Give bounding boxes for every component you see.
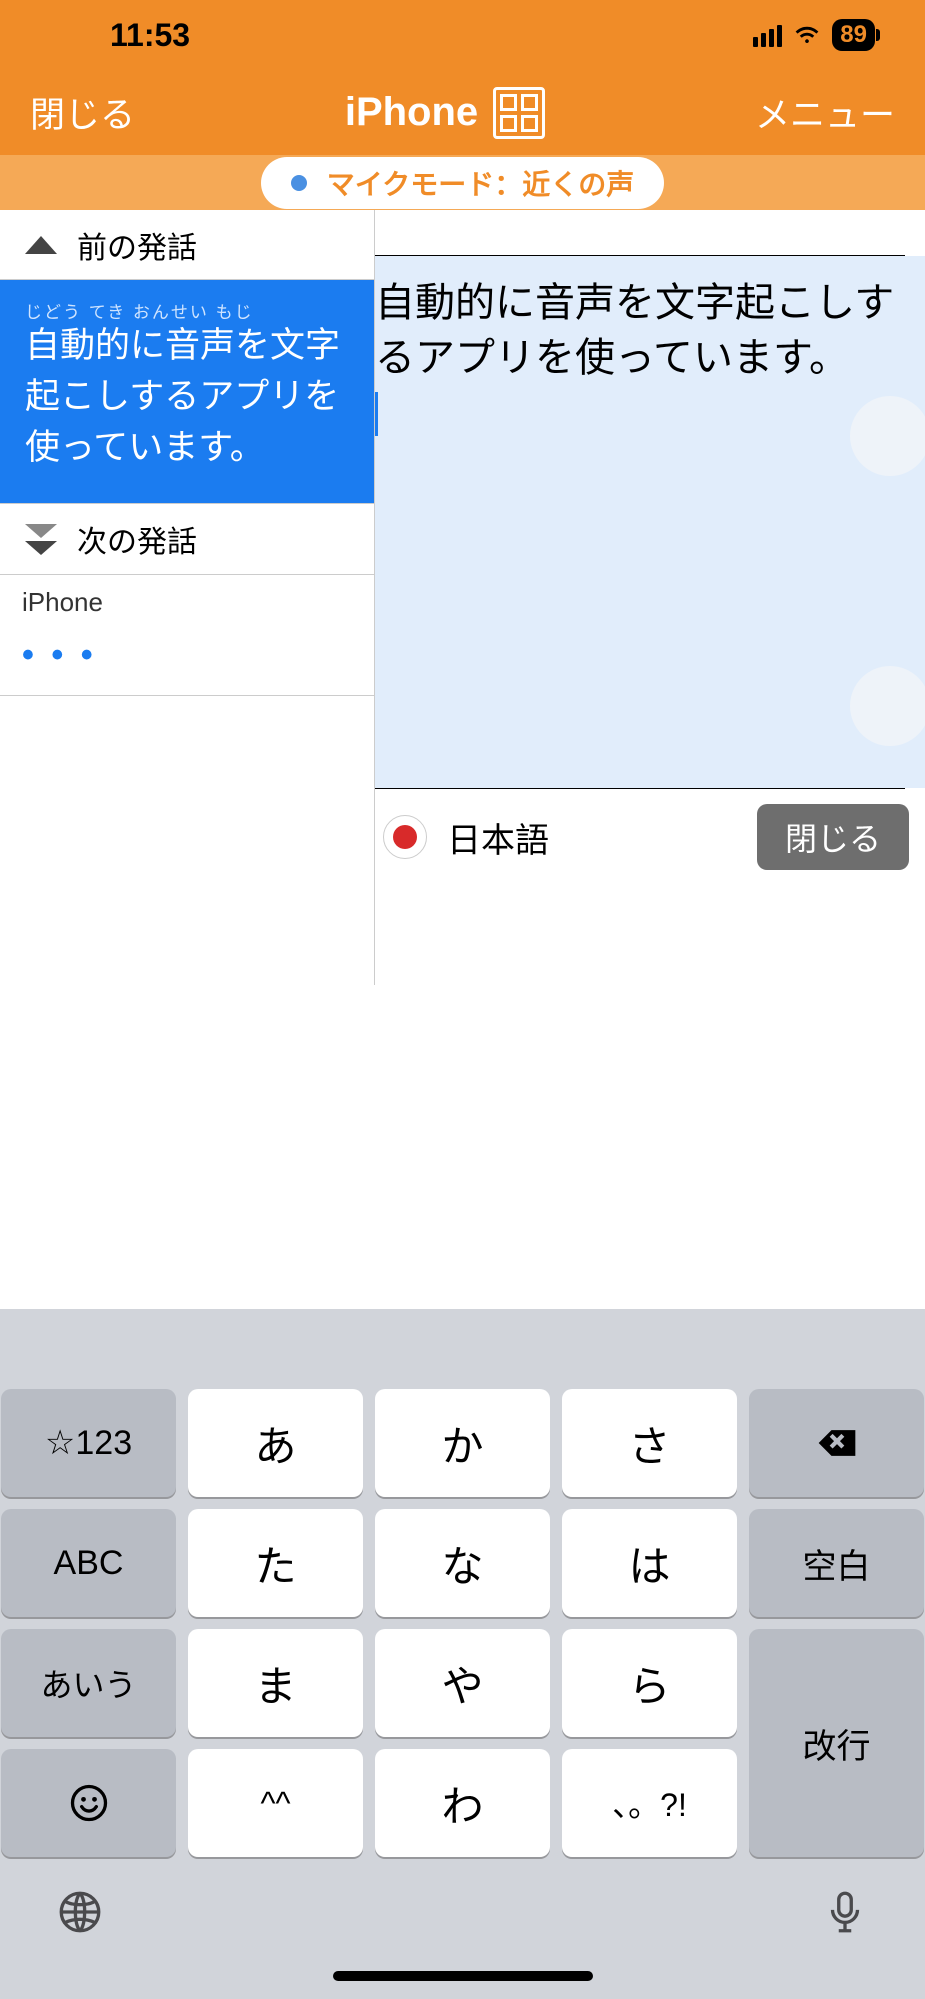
nav-close-button[interactable]: 閉じる (30, 87, 135, 138)
key-ra[interactable]: ら (562, 1629, 737, 1737)
chevron-down-icon (25, 524, 57, 555)
key-caret[interactable]: ^^ (188, 1749, 363, 1857)
next-utterance-button[interactable]: 次の発話 (0, 503, 374, 575)
status-icons: 89 (753, 18, 875, 53)
list-item[interactable]: iPhone • • • (0, 575, 374, 696)
key-abc[interactable]: ABC (1, 1509, 176, 1617)
key-return[interactable]: 改行 (749, 1629, 924, 1857)
ruby-reading: じどう てき おんせい もじ (25, 298, 349, 323)
key-ha[interactable]: は (562, 1509, 737, 1617)
prev-utterance-label: 前の発話 (77, 223, 197, 267)
key-aiu[interactable]: あいう (1, 1629, 176, 1737)
selected-utterance-text: 自動的に音声を文字起こしするアプリを使っています。 (25, 321, 349, 473)
backspace-icon (815, 1421, 859, 1465)
next-utterance-label: 次の発話 (77, 517, 197, 561)
utterance-list-panel: iPhone 自動的に音声を文字起こしするアプリを使っています。 iPhone … (0, 210, 375, 985)
chevron-up-icon (25, 236, 57, 254)
selected-utterance[interactable]: じどう てき おんせい もじ 自動的に音声を文字起こしするアプリを使っています。 (0, 280, 374, 503)
key-emoji[interactable] (1, 1749, 176, 1857)
key-symbols[interactable]: ☆123 (1, 1389, 176, 1497)
language-label: 日本語 (447, 813, 549, 862)
avatar-icon (850, 396, 925, 476)
qr-icon[interactable] (493, 87, 545, 139)
key-sa[interactable]: さ (562, 1389, 737, 1497)
mic-mode-pill[interactable]: マイクモード：近くの声 (261, 157, 664, 209)
key-ma[interactable]: ま (188, 1629, 363, 1737)
mic-mode-band: マイクモード：近くの声 (0, 155, 925, 210)
status-time: 11:53 (110, 17, 190, 54)
key-space[interactable]: 空白 (749, 1509, 924, 1617)
battery-indicator: 89 (832, 19, 875, 51)
key-wa-label: わ (441, 1773, 483, 1834)
editor-close-button[interactable]: 閉じる (757, 804, 909, 870)
key-ka[interactable]: か (375, 1389, 550, 1497)
key-wa[interactable]: わ (375, 1749, 550, 1857)
nav-bar: 閉じる iPhone メニュー (0, 70, 925, 155)
key-na[interactable]: な (375, 1509, 550, 1617)
status-bar: 11:53 89 (0, 0, 925, 70)
microphone-icon[interactable] (820, 1887, 870, 1942)
prev-utterance-button[interactable]: 前の発話 (0, 210, 374, 280)
editor-panel: 自動的に音声を文字起こしするアプリを使っています。 日本語 閉じる (375, 210, 925, 985)
editor-text: 自動的に音声を文字起こしするアプリを使っています。 (375, 281, 894, 380)
nav-menu-button[interactable]: メニュー (755, 87, 895, 138)
key-a[interactable]: あ (188, 1389, 363, 1497)
language-bar: 日本語 閉じる (375, 789, 925, 885)
mic-mode-dot-icon (291, 175, 307, 191)
typing-indicator-icon: • • • (22, 636, 352, 675)
key-ya[interactable]: や (375, 1629, 550, 1737)
emoji-icon (67, 1781, 111, 1825)
key-punctuation[interactable]: 、。?! (562, 1749, 737, 1857)
globe-icon[interactable] (55, 1887, 105, 1942)
keyboard: ☆123 あ か さ ABC た な は 空白 あいう ま や ら 改行 (0, 1309, 925, 1999)
wifi-icon (792, 18, 822, 53)
text-cursor-icon (375, 392, 378, 436)
avatar-icon (850, 666, 925, 746)
japan-flag-icon (383, 815, 427, 859)
text-editor[interactable]: 自動的に音声を文字起こしするアプリを使っています。 (375, 256, 925, 788)
home-indicator[interactable] (333, 1971, 593, 1981)
nav-title: iPhone (345, 87, 545, 139)
mic-mode-label: マイクモード：近くの声 (327, 163, 634, 203)
key-backspace[interactable] (749, 1389, 924, 1497)
nav-title-text: iPhone (345, 90, 478, 135)
list-item-source: iPhone (22, 587, 352, 618)
key-ta[interactable]: た (188, 1509, 363, 1617)
cellular-signal-icon (753, 23, 782, 47)
